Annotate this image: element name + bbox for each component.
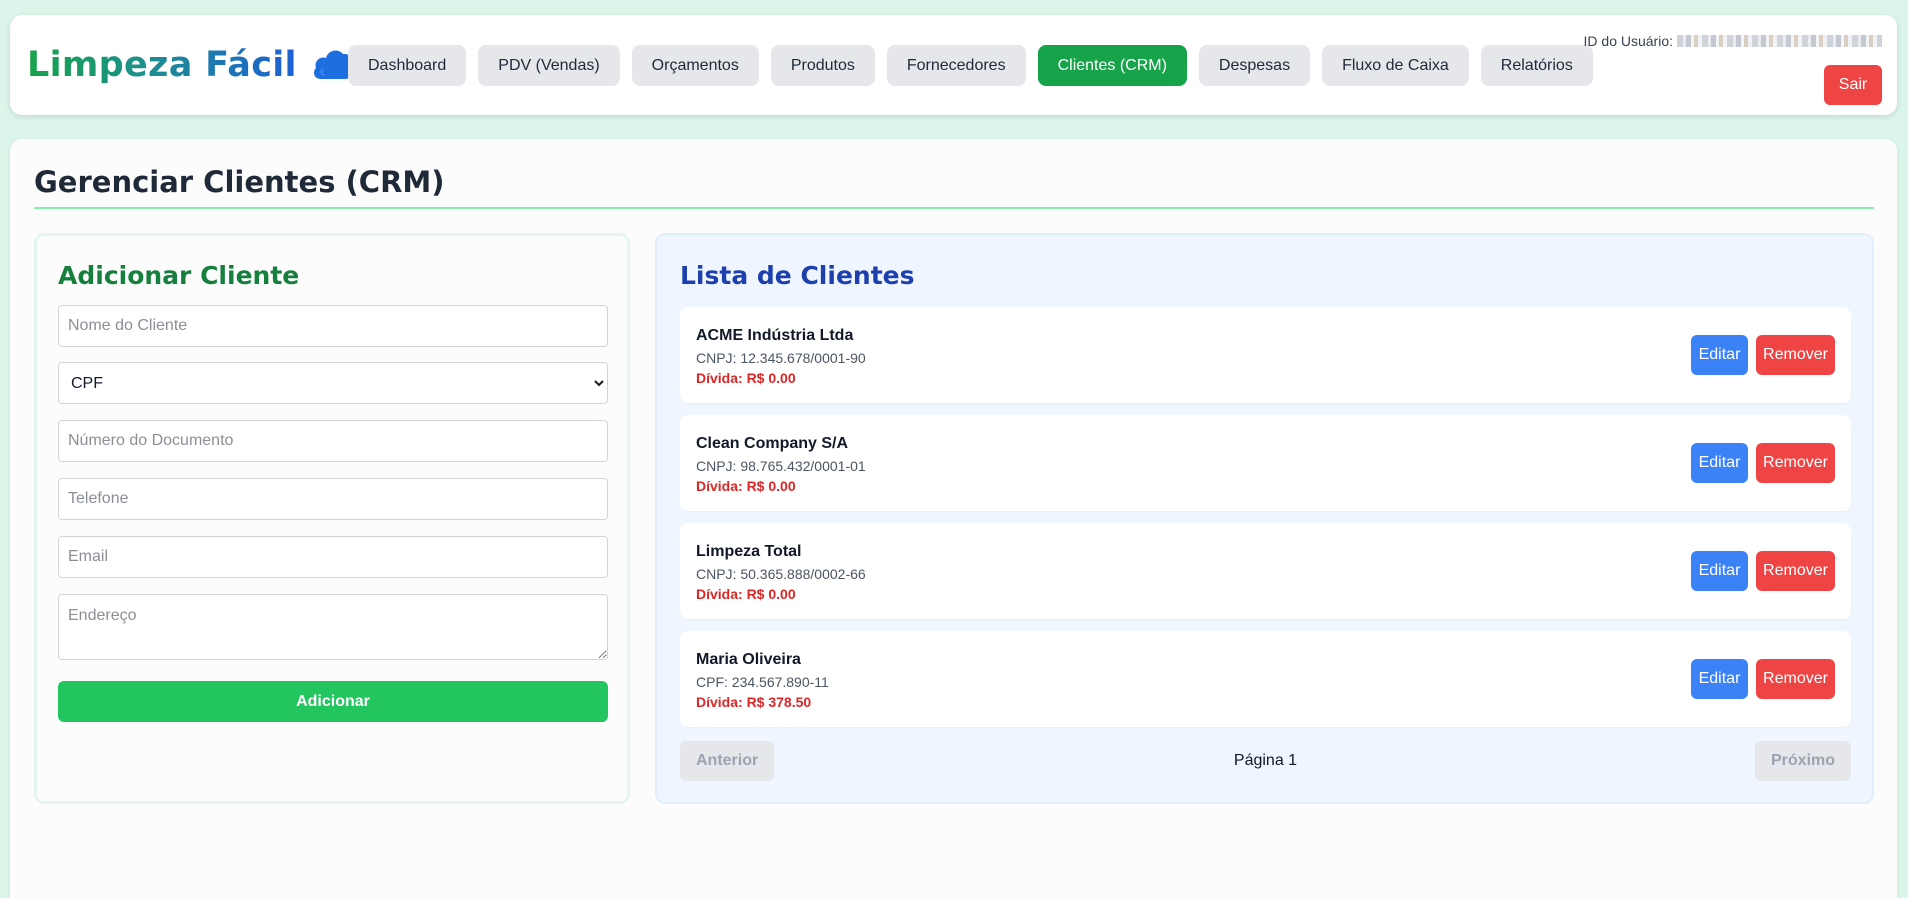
nav-fluxo-de-caixa[interactable]: Fluxo de Caixa bbox=[1322, 45, 1469, 86]
pagination: Anterior Página 1 Próximo bbox=[680, 741, 1851, 781]
nav-orcamentos[interactable]: Orçamentos bbox=[631, 45, 759, 86]
edit-client-button[interactable]: Editar bbox=[1691, 443, 1748, 483]
phone-input[interactable] bbox=[58, 478, 608, 520]
app-header: Limpeza Fácil Dashboard PDV (Vendas) Orç… bbox=[10, 15, 1897, 115]
title-divider bbox=[34, 207, 1874, 209]
user-id-label: ID do Usuário: bbox=[1583, 33, 1673, 49]
nav-clientes-crm[interactable]: Clientes (CRM) bbox=[1037, 45, 1187, 86]
client-debt: Dívida: R$ 0.00 bbox=[696, 478, 796, 494]
row-actions: Editar Remover bbox=[1691, 551, 1835, 591]
user-area: ID do Usuário: Sair bbox=[1584, 33, 1882, 105]
client-row: Clean Company S/A CNPJ: 98.765.432/0001-… bbox=[680, 415, 1851, 511]
edit-client-button[interactable]: Editar bbox=[1691, 659, 1748, 699]
add-client-button[interactable]: Adicionar bbox=[58, 681, 608, 722]
brand-title: Limpeza Fácil bbox=[27, 44, 297, 85]
address-textarea[interactable] bbox=[58, 594, 608, 660]
client-list: ACME Indústria Ltda CNPJ: 12.345.678/000… bbox=[680, 307, 1851, 739]
edit-client-button[interactable]: Editar bbox=[1691, 335, 1748, 375]
client-name: Clean Company S/A bbox=[696, 435, 849, 452]
row-actions: Editar Remover bbox=[1691, 659, 1835, 699]
user-id-value-redacted bbox=[1677, 35, 1882, 47]
user-id: ID do Usuário: bbox=[1584, 33, 1882, 49]
brand: Limpeza Fácil bbox=[27, 45, 355, 85]
page-title: Gerenciar Clientes (CRM) bbox=[34, 165, 445, 199]
logout-button[interactable]: Sair bbox=[1824, 65, 1882, 105]
row-actions: Editar Remover bbox=[1691, 335, 1835, 375]
document-type-select[interactable]: CPF bbox=[58, 362, 608, 404]
list-title: Lista de Clientes bbox=[680, 261, 915, 290]
row-actions: Editar Remover bbox=[1691, 443, 1835, 483]
client-name: Maria Oliveira bbox=[696, 651, 801, 668]
nav-produtos[interactable]: Produtos bbox=[770, 45, 875, 86]
client-list-panel: Lista de Clientes ACME Indústria Ltda CN… bbox=[655, 233, 1874, 804]
client-debt: Dívida: R$ 0.00 bbox=[696, 370, 796, 386]
document-number-input[interactable] bbox=[58, 420, 608, 462]
form-title: Adicionar Cliente bbox=[58, 261, 300, 290]
client-debt: Dívida: R$ 378.50 bbox=[696, 694, 812, 710]
client-document: CNPJ: 50.365.888/0002-66 bbox=[696, 566, 866, 582]
email-input[interactable] bbox=[58, 536, 608, 578]
remove-client-button[interactable]: Remover bbox=[1756, 335, 1835, 375]
client-row: ACME Indústria Ltda CNPJ: 12.345.678/000… bbox=[680, 307, 1851, 403]
remove-client-button[interactable]: Remover bbox=[1756, 659, 1835, 699]
client-row: Maria Oliveira CPF: 234.567.890-11 Dívid… bbox=[680, 631, 1851, 727]
nav-relatorios[interactable]: Relatórios bbox=[1480, 45, 1593, 86]
remove-client-button[interactable]: Remover bbox=[1756, 443, 1835, 483]
client-document: CNPJ: 98.765.432/0001-01 bbox=[696, 458, 866, 474]
nav-dashboard[interactable]: Dashboard bbox=[348, 45, 467, 86]
client-row: Limpeza Total CNPJ: 50.365.888/0002-66 D… bbox=[680, 523, 1851, 619]
client-debt: Dívida: R$ 0.00 bbox=[696, 586, 796, 602]
page-indicator: Página 1 bbox=[1233, 752, 1298, 769]
nav-fornecedores[interactable]: Fornecedores bbox=[886, 45, 1026, 86]
client-name-input[interactable] bbox=[58, 305, 608, 347]
client-name: Limpeza Total bbox=[696, 543, 802, 560]
edit-client-button[interactable]: Editar bbox=[1691, 551, 1748, 591]
nav-despesas[interactable]: Despesas bbox=[1198, 45, 1311, 86]
main-panel: Gerenciar Clientes (CRM) Adicionar Clien… bbox=[10, 139, 1897, 898]
add-client-form: Adicionar Cliente CPF Adicionar bbox=[34, 233, 630, 804]
remove-client-button[interactable]: Remover bbox=[1756, 551, 1835, 591]
client-document: CPF: 234.567.890-11 bbox=[696, 674, 829, 690]
client-document: CNPJ: 12.345.678/0001-90 bbox=[696, 350, 866, 366]
nav-pdv-vendas[interactable]: PDV (Vendas) bbox=[478, 45, 620, 86]
next-page-button[interactable]: Próximo bbox=[1755, 741, 1851, 781]
main-nav: Dashboard PDV (Vendas) Orçamentos Produt… bbox=[348, 45, 1593, 86]
client-name: ACME Indústria Ltda bbox=[696, 327, 854, 344]
